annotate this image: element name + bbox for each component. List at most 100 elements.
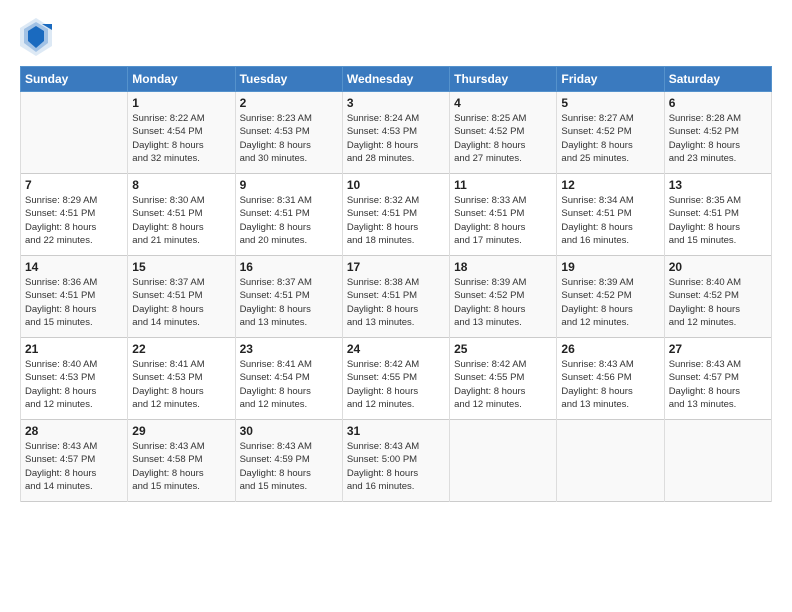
- day-number: 22: [132, 342, 230, 356]
- calendar-cell: 22Sunrise: 8:41 AM Sunset: 4:53 PM Dayli…: [128, 338, 235, 420]
- calendar-week-row: 28Sunrise: 8:43 AM Sunset: 4:57 PM Dayli…: [21, 420, 772, 502]
- day-info: Sunrise: 8:33 AM Sunset: 4:51 PM Dayligh…: [454, 194, 552, 247]
- calendar-cell: 24 Sunrise: 8:42 AM Sunset: 4:55 PM Dayli…: [342, 338, 449, 420]
- calendar-cell: 30 Sunrise: 8:43 AM Sunset: 4:59 PM Dayli…: [235, 420, 342, 502]
- day-info: Sunrise: 8:43 AM Sunset: 5:00 PM Dayligh…: [347, 440, 445, 493]
- calendar-cell: 13 Sunrise: 8:35 AM Sunset: 4:51 PM Dayli…: [664, 174, 771, 256]
- day-info: Sunrise: 8:29 AM Sunset: 4:51 PM Dayligh…: [25, 194, 123, 247]
- calendar-header-row: SundayMondayTuesdayWednesdayThursdayFrid…: [21, 67, 772, 92]
- calendar-cell: 11 Sunrise: 8:33 AM Sunset: 4:51 PM Dayli…: [450, 174, 557, 256]
- day-number: 23: [240, 342, 338, 356]
- calendar-header-saturday: Saturday: [664, 67, 771, 92]
- header: [20, 18, 772, 56]
- day-info: Sunrise: 8:39 AM Sunset: 4:52 PM Dayligh…: [454, 276, 552, 329]
- day-number: 7: [25, 178, 123, 192]
- calendar-week-row: 1 Sunrise: 8:22 AM Sunset: 4:54 PM Daylig…: [21, 92, 772, 174]
- day-info: Sunrise: 8:36 AM Sunset: 4:51 PM Dayligh…: [25, 276, 123, 329]
- calendar-week-row: 7 Sunrise: 8:29 AM Sunset: 4:51 PM Daylig…: [21, 174, 772, 256]
- day-info: Sunrise: 8:42 AM Sunset: 4:55 PM Dayligh…: [347, 358, 445, 411]
- calendar-cell: 2 Sunrise: 8:23 AM Sunset: 4:53 PM Daylig…: [235, 92, 342, 174]
- logo: [20, 18, 57, 56]
- calendar-cell: 7 Sunrise: 8:29 AM Sunset: 4:51 PM Daylig…: [21, 174, 128, 256]
- day-number: 20: [669, 260, 767, 274]
- day-number: 11: [454, 178, 552, 192]
- day-number: 8: [132, 178, 230, 192]
- calendar-cell: 29 Sunrise: 8:43 AM Sunset: 4:58 PM Dayli…: [128, 420, 235, 502]
- calendar-cell: 19Sunrise: 8:39 AM Sunset: 4:52 PM Dayli…: [557, 256, 664, 338]
- day-number: 26: [561, 342, 659, 356]
- day-number: 19: [561, 260, 659, 274]
- calendar-cell: 1 Sunrise: 8:22 AM Sunset: 4:54 PM Daylig…: [128, 92, 235, 174]
- day-info: Sunrise: 8:23 AM Sunset: 4:53 PM Dayligh…: [240, 112, 338, 165]
- calendar-cell: 4Sunrise: 8:25 AM Sunset: 4:52 PM Daylig…: [450, 92, 557, 174]
- calendar-cell: 6 Sunrise: 8:28 AM Sunset: 4:52 PM Daylig…: [664, 92, 771, 174]
- day-number: 15: [132, 260, 230, 274]
- calendar-header-thursday: Thursday: [450, 67, 557, 92]
- day-info: Sunrise: 8:35 AM Sunset: 4:51 PM Dayligh…: [669, 194, 767, 247]
- day-number: 27: [669, 342, 767, 356]
- day-info: Sunrise: 8:30 AM Sunset: 4:51 PM Dayligh…: [132, 194, 230, 247]
- day-info: Sunrise: 8:40 AM Sunset: 4:52 PM Dayligh…: [669, 276, 767, 329]
- day-info: Sunrise: 8:24 AM Sunset: 4:53 PM Dayligh…: [347, 112, 445, 165]
- day-number: 1: [132, 96, 230, 110]
- day-info: Sunrise: 8:27 AM Sunset: 4:52 PM Dayligh…: [561, 112, 659, 165]
- day-number: 9: [240, 178, 338, 192]
- calendar-cell: 26 Sunrise: 8:43 AM Sunset: 4:56 PM Dayli…: [557, 338, 664, 420]
- calendar-cell: 17Sunrise: 8:38 AM Sunset: 4:51 PM Dayli…: [342, 256, 449, 338]
- calendar-cell: [664, 420, 771, 502]
- calendar-week-row: 14 Sunrise: 8:36 AM Sunset: 4:51 PM Dayli…: [21, 256, 772, 338]
- logo-icon: [20, 18, 52, 56]
- day-number: 25: [454, 342, 552, 356]
- day-number: 24: [347, 342, 445, 356]
- day-number: 14: [25, 260, 123, 274]
- calendar-cell: 20 Sunrise: 8:40 AM Sunset: 4:52 PM Dayli…: [664, 256, 771, 338]
- day-number: 28: [25, 424, 123, 438]
- calendar-cell: 8 Sunrise: 8:30 AM Sunset: 4:51 PM Daylig…: [128, 174, 235, 256]
- day-number: 6: [669, 96, 767, 110]
- day-info: Sunrise: 8:43 AM Sunset: 4:59 PM Dayligh…: [240, 440, 338, 493]
- day-info: Sunrise: 8:28 AM Sunset: 4:52 PM Dayligh…: [669, 112, 767, 165]
- calendar-cell: 3 Sunrise: 8:24 AM Sunset: 4:53 PM Daylig…: [342, 92, 449, 174]
- day-info: Sunrise: 8:43 AM Sunset: 4:56 PM Dayligh…: [561, 358, 659, 411]
- calendar-header-tuesday: Tuesday: [235, 67, 342, 92]
- day-number: 30: [240, 424, 338, 438]
- day-info: Sunrise: 8:43 AM Sunset: 4:57 PM Dayligh…: [669, 358, 767, 411]
- calendar-cell: 18 Sunrise: 8:39 AM Sunset: 4:52 PM Dayli…: [450, 256, 557, 338]
- day-number: 12: [561, 178, 659, 192]
- calendar-cell: [450, 420, 557, 502]
- day-number: 29: [132, 424, 230, 438]
- page: SundayMondayTuesdayWednesdayThursdayFrid…: [0, 0, 792, 612]
- calendar-cell: 15Sunrise: 8:37 AM Sunset: 4:51 PM Dayli…: [128, 256, 235, 338]
- day-info: Sunrise: 8:31 AM Sunset: 4:51 PM Dayligh…: [240, 194, 338, 247]
- day-info: Sunrise: 8:22 AM Sunset: 4:54 PM Dayligh…: [132, 112, 230, 165]
- day-number: 18: [454, 260, 552, 274]
- day-number: 21: [25, 342, 123, 356]
- calendar-cell: 23Sunrise: 8:41 AM Sunset: 4:54 PM Dayli…: [235, 338, 342, 420]
- calendar-cell: [557, 420, 664, 502]
- calendar-week-row: 21 Sunrise: 8:40 AM Sunset: 4:53 PM Dayli…: [21, 338, 772, 420]
- calendar-table: SundayMondayTuesdayWednesdayThursdayFrid…: [20, 66, 772, 502]
- day-info: Sunrise: 8:43 AM Sunset: 4:58 PM Dayligh…: [132, 440, 230, 493]
- calendar-cell: 12 Sunrise: 8:34 AM Sunset: 4:51 PM Dayli…: [557, 174, 664, 256]
- calendar-cell: 5 Sunrise: 8:27 AM Sunset: 4:52 PM Daylig…: [557, 92, 664, 174]
- day-info: Sunrise: 8:40 AM Sunset: 4:53 PM Dayligh…: [25, 358, 123, 411]
- day-number: 5: [561, 96, 659, 110]
- day-number: 2: [240, 96, 338, 110]
- day-number: 3: [347, 96, 445, 110]
- day-number: 16: [240, 260, 338, 274]
- calendar-cell: 14 Sunrise: 8:36 AM Sunset: 4:51 PM Dayli…: [21, 256, 128, 338]
- calendar-cell: 10Sunrise: 8:32 AM Sunset: 4:51 PM Dayli…: [342, 174, 449, 256]
- day-number: 13: [669, 178, 767, 192]
- calendar-cell: 27 Sunrise: 8:43 AM Sunset: 4:57 PM Dayli…: [664, 338, 771, 420]
- calendar-header-wednesday: Wednesday: [342, 67, 449, 92]
- day-info: Sunrise: 8:34 AM Sunset: 4:51 PM Dayligh…: [561, 194, 659, 247]
- calendar-cell: 31Sunrise: 8:43 AM Sunset: 5:00 PM Dayli…: [342, 420, 449, 502]
- calendar-cell: 9 Sunrise: 8:31 AM Sunset: 4:51 PM Daylig…: [235, 174, 342, 256]
- day-info: Sunrise: 8:25 AM Sunset: 4:52 PM Dayligh…: [454, 112, 552, 165]
- calendar-header-sunday: Sunday: [21, 67, 128, 92]
- calendar-header-friday: Friday: [557, 67, 664, 92]
- calendar-cell: 21 Sunrise: 8:40 AM Sunset: 4:53 PM Dayli…: [21, 338, 128, 420]
- day-info: Sunrise: 8:32 AM Sunset: 4:51 PM Dayligh…: [347, 194, 445, 247]
- calendar-cell: 25Sunrise: 8:42 AM Sunset: 4:55 PM Dayli…: [450, 338, 557, 420]
- day-info: Sunrise: 8:37 AM Sunset: 4:51 PM Dayligh…: [240, 276, 338, 329]
